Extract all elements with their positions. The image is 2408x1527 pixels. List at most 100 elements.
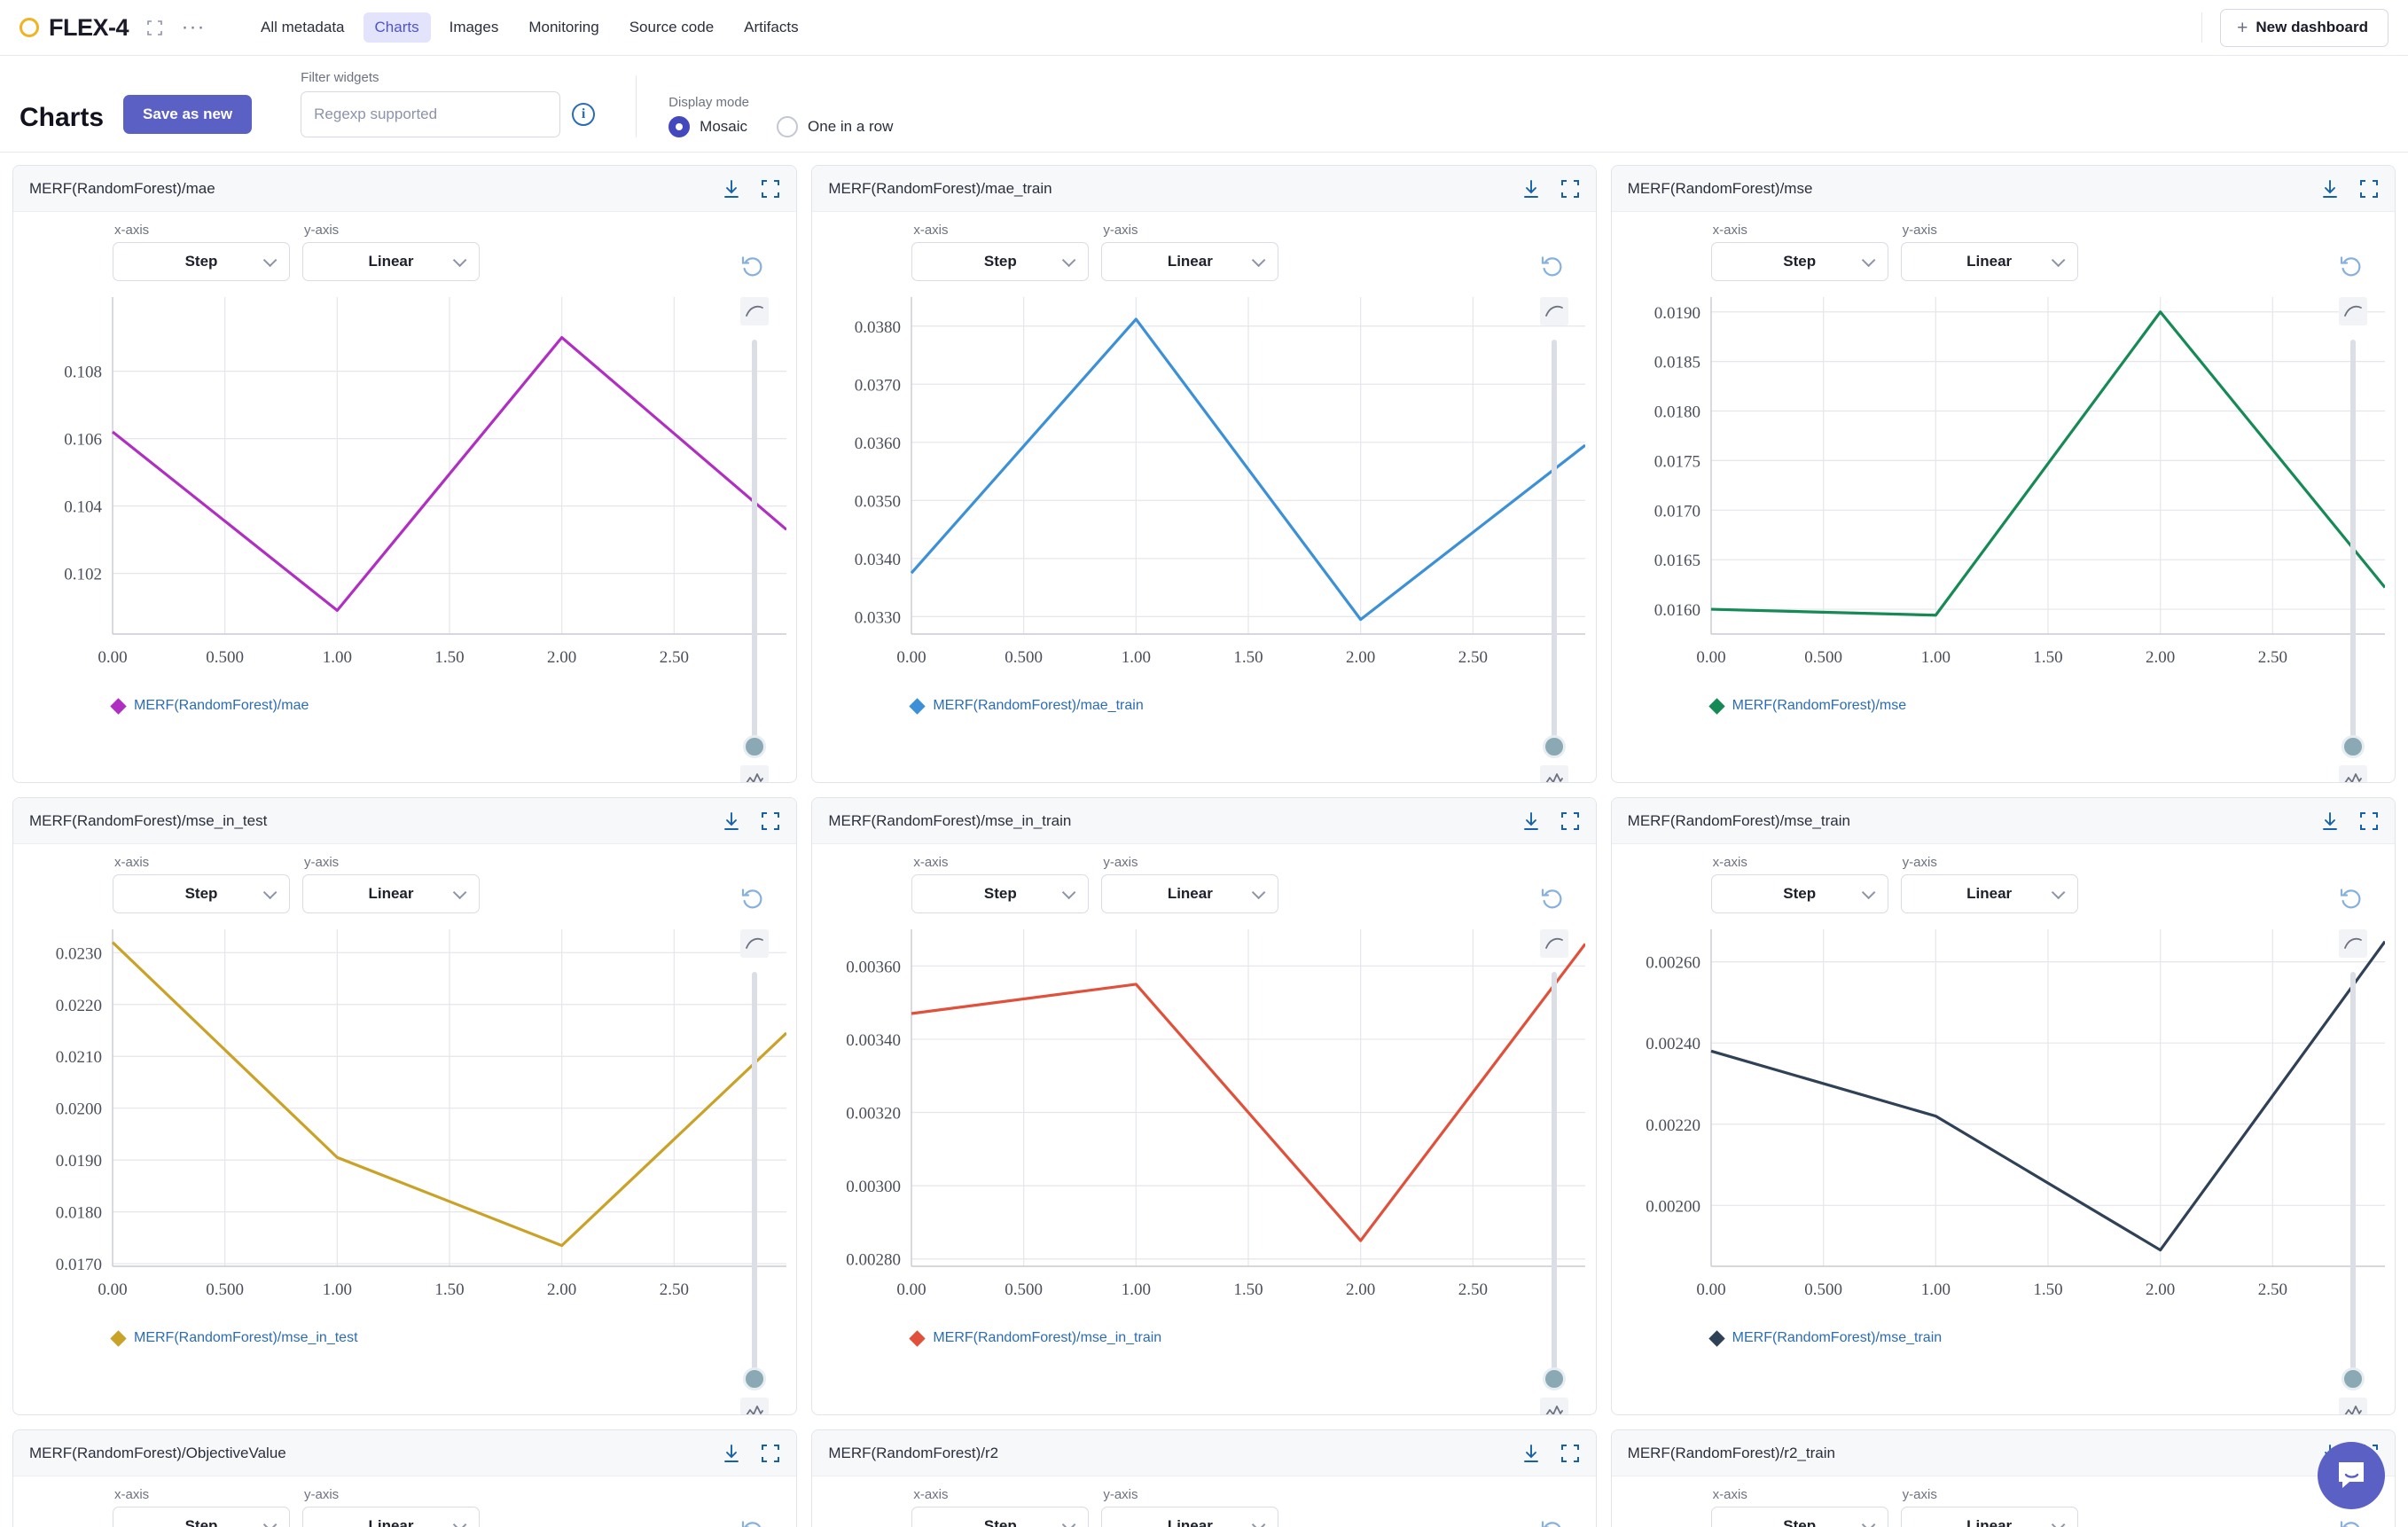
y-axis-select[interactable]: Linear: [1101, 1507, 1279, 1527]
y-axis-select[interactable]: Linear: [1101, 874, 1279, 913]
legend-label[interactable]: MERF(RandomForest)/mae: [134, 698, 309, 714]
legend-label[interactable]: MERF(RandomForest)/mse: [1732, 698, 1906, 714]
slider-thumb[interactable]: [1542, 735, 1566, 758]
y-axis-select[interactable]: Linear: [302, 1507, 480, 1527]
y-axis-select[interactable]: Linear: [1900, 874, 2078, 913]
smoothing-slider[interactable]: [2334, 929, 2372, 1414]
download-icon[interactable]: [1521, 811, 1541, 831]
smoothing-slider[interactable]: [2334, 297, 2372, 782]
reset-icon[interactable]: [2339, 254, 2363, 278]
radio-one-in-a-row[interactable]: [777, 116, 799, 137]
reset-icon[interactable]: [1540, 1519, 1564, 1527]
y-axis-select[interactable]: Linear: [1900, 242, 2078, 281]
chat-bubble-icon[interactable]: [2318, 1442, 2385, 1509]
radio-mosaic[interactable]: [668, 116, 691, 137]
smoothing-slider[interactable]: [736, 929, 773, 1414]
app-logo[interactable]: FLEX-4: [20, 14, 129, 42]
download-icon[interactable]: [2320, 811, 2340, 831]
x-axis-select[interactable]: Step: [113, 874, 290, 913]
fullscreen-icon[interactable]: [2359, 179, 2379, 199]
download-icon[interactable]: [722, 1444, 741, 1463]
slider-thumb[interactable]: [1542, 1367, 1566, 1390]
slider-thumb[interactable]: [2341, 1367, 2365, 1390]
smooth-curve-icon[interactable]: [1539, 929, 1568, 958]
slider-thumb[interactable]: [2341, 735, 2365, 758]
reset-icon[interactable]: [740, 1519, 764, 1527]
x-axis-select[interactable]: Step: [911, 242, 1090, 281]
x-axis-select[interactable]: Step: [911, 874, 1090, 913]
nav-item-monitoring[interactable]: Monitoring: [517, 12, 610, 43]
legend-label[interactable]: MERF(RandomForest)/mae_train: [933, 698, 1143, 714]
raw-line-icon[interactable]: [740, 1398, 770, 1414]
slider-track[interactable]: [1542, 972, 1566, 1390]
y-axis-select[interactable]: Linear: [1900, 1507, 2078, 1527]
plot-area[interactable]: 0.108 0.106 0.104 0.102 0.00 0.500 1.00 1.50 2.0…: [13, 290, 796, 680]
smooth-curve-icon[interactable]: [1539, 297, 1568, 325]
reset-icon[interactable]: [2339, 1519, 2363, 1527]
x-axis-select[interactable]: Step: [1710, 242, 1888, 281]
raw-line-icon[interactable]: [2338, 1398, 2367, 1414]
fullscreen-icon[interactable]: [1560, 811, 1580, 831]
save-as-new-button[interactable]: Save as new: [123, 95, 253, 134]
nav-item-images[interactable]: Images: [438, 12, 511, 43]
y-axis-select[interactable]: Linear: [1101, 242, 1279, 281]
reset-icon[interactable]: [740, 887, 764, 911]
fullscreen-icon[interactable]: [761, 179, 780, 199]
reset-icon[interactable]: [2339, 887, 2363, 911]
slider-thumb[interactable]: [743, 1367, 767, 1390]
plot-area[interactable]: 0.00360 0.00340 0.00320 0.00300 0.00280 0.00 0…: [812, 922, 1595, 1312]
x-axis-select[interactable]: Step: [113, 1507, 290, 1527]
smooth-curve-icon[interactable]: [740, 929, 770, 958]
raw-line-icon[interactable]: [740, 765, 770, 782]
slider-track[interactable]: [743, 340, 767, 758]
smooth-curve-icon[interactable]: [2338, 297, 2367, 325]
plot-area[interactable]: 0.0190 0.0185 0.0180 0.0175 0.0170 0.0165 0.01…: [1612, 290, 2395, 680]
slider-track[interactable]: [1542, 340, 1566, 758]
fullscreen-icon[interactable]: [1560, 179, 1580, 199]
x-axis-select[interactable]: Step: [1710, 1507, 1888, 1527]
new-dashboard-button[interactable]: + New dashboard: [2220, 8, 2388, 47]
raw-line-icon[interactable]: [2338, 765, 2367, 782]
legend-label[interactable]: MERF(RandomForest)/mse_in_train: [933, 1330, 1161, 1346]
info-icon[interactable]: i: [572, 103, 596, 126]
x-axis-select[interactable]: Step: [911, 1507, 1090, 1527]
slider-track[interactable]: [2341, 340, 2365, 758]
download-icon[interactable]: [1521, 1444, 1541, 1463]
reset-icon[interactable]: [740, 254, 764, 278]
x-axis-select[interactable]: Step: [113, 242, 290, 281]
y-axis-select[interactable]: Linear: [302, 242, 480, 281]
filter-widgets-input[interactable]: Regexp supported: [301, 91, 561, 137]
download-icon[interactable]: [2320, 179, 2340, 199]
raw-line-icon[interactable]: [1539, 765, 1568, 782]
smoothing-slider[interactable]: [1536, 929, 1573, 1414]
plot-area[interactable]: 0.0380 0.0370 0.0360 0.0350 0.0340 0.0330 0.00…: [812, 290, 1595, 680]
download-icon[interactable]: [722, 811, 741, 831]
y-axis-select[interactable]: Linear: [302, 874, 480, 913]
plot-area[interactable]: 0.00260 0.00240 0.00220 0.00200 0.00 0.500 1.0…: [1612, 922, 2395, 1312]
fullscreen-icon[interactable]: [2359, 811, 2379, 831]
expand-icon[interactable]: [141, 14, 168, 41]
nav-item-all-metadata[interactable]: All metadata: [249, 12, 356, 43]
plot-area[interactable]: 0.0230 0.0220 0.0210 0.0200 0.0190 0.0180 0.01…: [13, 922, 796, 1312]
nav-item-charts[interactable]: Charts: [363, 12, 431, 43]
fullscreen-icon[interactable]: [761, 811, 780, 831]
legend-label[interactable]: MERF(RandomForest)/mse_in_test: [134, 1330, 358, 1346]
nav-item-artifacts[interactable]: Artifacts: [732, 12, 809, 43]
slider-track[interactable]: [743, 972, 767, 1390]
fullscreen-icon[interactable]: [761, 1444, 780, 1463]
download-icon[interactable]: [1521, 179, 1541, 199]
smoothing-slider[interactable]: [736, 297, 773, 782]
raw-line-icon[interactable]: [1539, 1398, 1568, 1414]
smooth-curve-icon[interactable]: [740, 297, 770, 325]
download-icon[interactable]: [722, 179, 741, 199]
smoothing-slider[interactable]: [1536, 297, 1573, 782]
fullscreen-icon[interactable]: [1560, 1444, 1580, 1463]
slider-track[interactable]: [2341, 972, 2365, 1390]
reset-icon[interactable]: [1540, 254, 1564, 278]
smooth-curve-icon[interactable]: [2338, 929, 2367, 958]
reset-icon[interactable]: [1540, 887, 1564, 911]
x-axis-select[interactable]: Step: [1710, 874, 1888, 913]
slider-thumb[interactable]: [743, 735, 767, 758]
legend-label[interactable]: MERF(RandomForest)/mse_train: [1732, 1330, 1943, 1346]
nav-item-source-code[interactable]: Source code: [618, 12, 725, 43]
